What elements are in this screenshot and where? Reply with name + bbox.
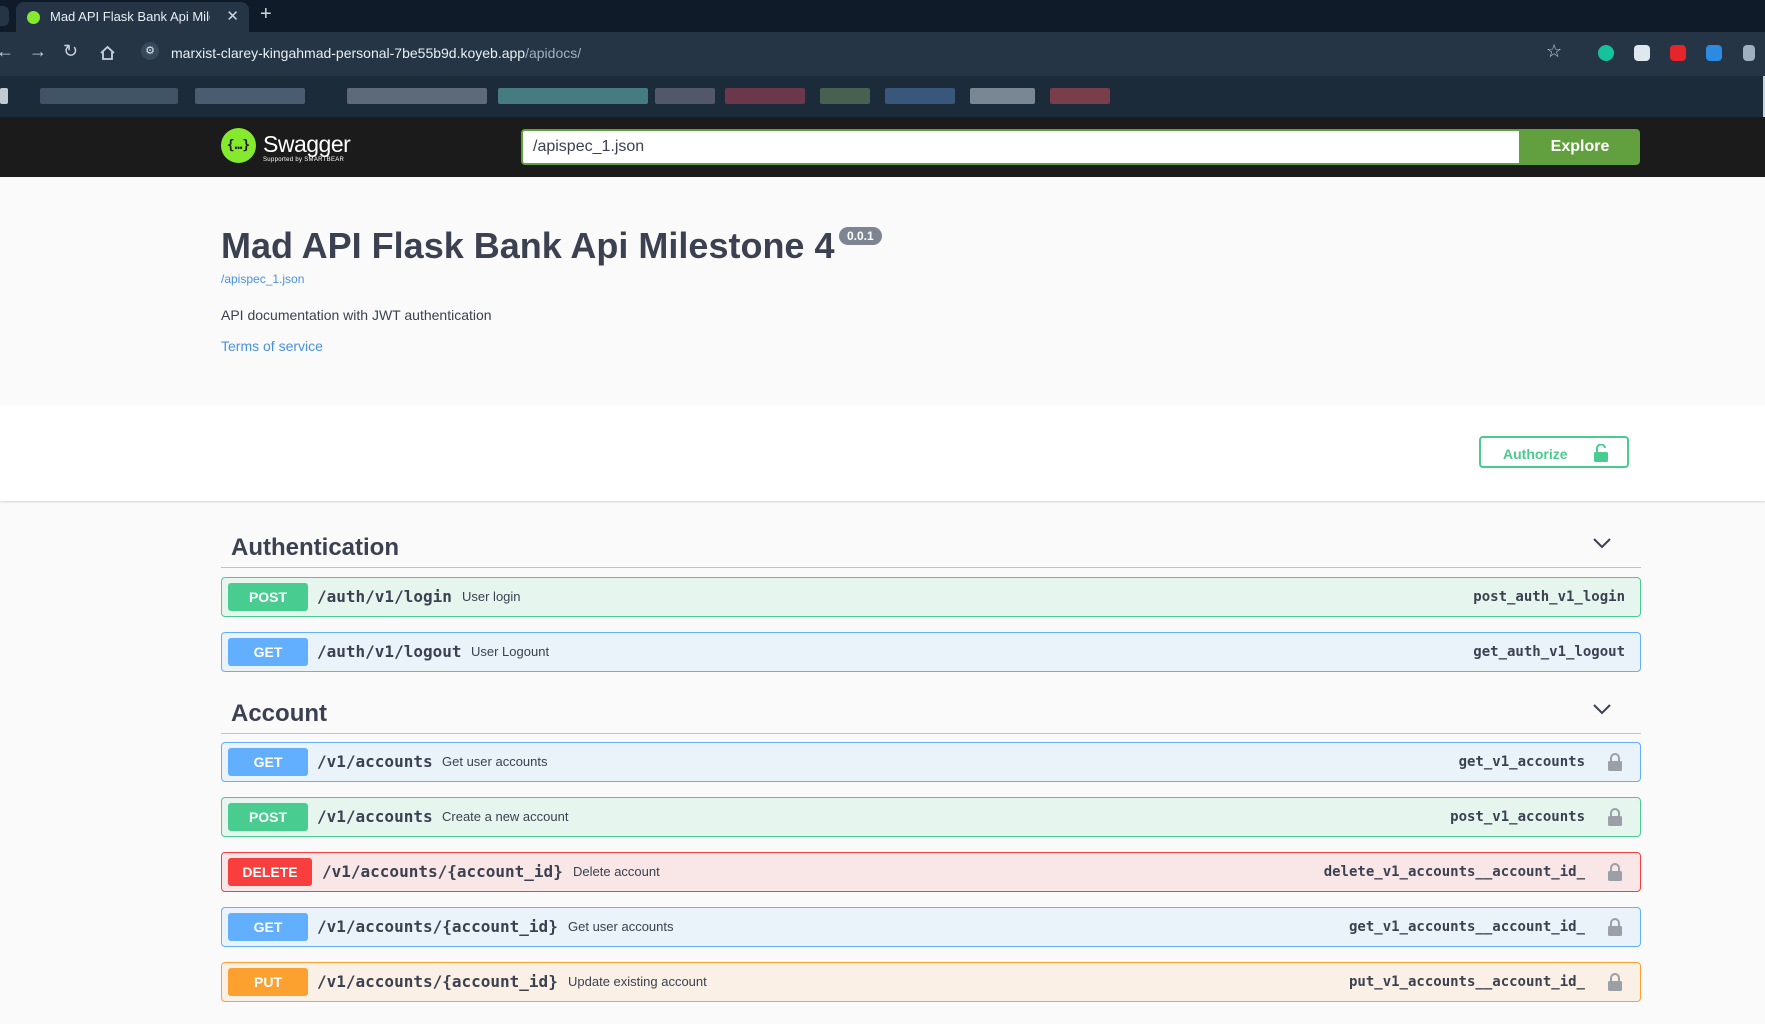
operation-put-account[interactable]: PUT /v1/accounts/{account_id} Update exi… [221, 962, 1641, 1002]
operation-summary: User login [462, 589, 521, 604]
tag-section-account[interactable]: Account [221, 687, 1641, 734]
bookmark-star-icon[interactable]: ☆ [1546, 41, 1562, 62]
operation-id: delete_v1_accounts__account_id_ [1323, 864, 1585, 880]
spec-url-form [521, 129, 1521, 165]
method-badge: GET [228, 638, 308, 666]
bookmark-item[interactable] [820, 88, 870, 104]
url-path: /apidocs/ [525, 45, 582, 61]
method-badge: DELETE [228, 858, 312, 886]
api-title: Mad API Flask Bank Api Milestone 4 [221, 225, 835, 266]
swagger-logo-text: Swagger [263, 131, 351, 157]
operation-id: get_v1_accounts__account_id_ [1348, 919, 1585, 935]
terms-of-service-link[interactable]: Terms of service [221, 338, 323, 354]
browser-tab-strip: Mad API Flask Bank Api Milestone 4 ✕ + [0, 0, 1765, 32]
browser-tab-active[interactable]: Mad API Flask Bank Api Milestone 4 ✕ [16, 2, 249, 32]
address-bar[interactable]: marxist-clarey-kingahmad-personal-7be55b… [171, 45, 581, 61]
operation-path: /v1/accounts/{account_id} [322, 862, 563, 881]
close-tab-icon[interactable]: ✕ [226, 7, 239, 25]
authorize-label: Authorize [1503, 446, 1568, 462]
operation-path: /v1/accounts [317, 807, 433, 826]
operation-post-auth-login[interactable]: POST /auth/v1/login User login post_auth… [221, 577, 1641, 617]
bookmark-item[interactable] [725, 88, 805, 104]
operation-path: /v1/accounts/{account_id} [317, 972, 558, 991]
bookmark-item[interactable] [40, 88, 178, 104]
lock-icon[interactable] [1608, 863, 1622, 881]
swagger-topbar: {…} Swagger Supported by SMARTBEAR Explo… [0, 117, 1765, 177]
reader-extension-icon[interactable] [1706, 45, 1722, 61]
video-extension-icon[interactable] [1670, 45, 1686, 61]
bookmark-item[interactable] [195, 88, 305, 104]
browser-toolbar: ← → ↻ ⚙ marxist-clarey-kingahmad-persona… [0, 32, 1765, 76]
home-icon[interactable] [99, 45, 116, 61]
operation-id: get_v1_accounts [1458, 754, 1585, 770]
operation-get-account[interactable]: GET /v1/accounts/{account_id} Get user a… [221, 907, 1641, 947]
bookmark-item[interactable] [0, 88, 8, 104]
site-info-icon[interactable]: ⚙ [141, 42, 159, 60]
unlocked-lock-icon [1594, 444, 1608, 462]
operation-path: /v1/accounts [317, 752, 433, 771]
version-badge: 0.0.1 [839, 227, 882, 245]
lock-icon[interactable] [1608, 753, 1622, 771]
operation-get-auth-logout[interactable]: GET /auth/v1/logout User Logount get_aut… [221, 632, 1641, 672]
operation-delete-account[interactable]: DELETE /v1/accounts/{account_id} Delete … [221, 852, 1641, 892]
tag-title: Account [231, 700, 327, 727]
extensions-menu-icon[interactable] [1743, 45, 1755, 61]
back-icon[interactable]: ← [0, 41, 14, 62]
tag-title: Authentication [231, 534, 399, 561]
operation-summary: Get user accounts [568, 919, 674, 934]
method-badge: PUT [228, 968, 308, 996]
previous-tab[interactable] [0, 6, 9, 26]
swagger-logo-subtext: Supported by SMARTBEAR [263, 157, 345, 163]
api-description: API documentation with JWT authenticatio… [221, 307, 492, 323]
tab-title: Mad API Flask Bank Api Milestone 4 [50, 9, 210, 24]
operation-summary: User Logount [471, 644, 550, 659]
spec-link[interactable]: /apispec_1.json [221, 272, 304, 286]
bookmarks-bar [0, 76, 1765, 118]
operation-id: post_v1_accounts [1450, 809, 1585, 825]
operation-id: put_v1_accounts__account_id_ [1348, 974, 1585, 990]
explore-button[interactable]: Explore [1520, 129, 1640, 165]
operation-summary: Update existing account [568, 974, 707, 989]
chevron-down-icon[interactable] [1593, 703, 1611, 715]
bookmark-item[interactable] [655, 88, 715, 104]
chevron-down-icon[interactable] [1593, 537, 1611, 549]
operation-post-accounts[interactable]: POST /v1/accounts Create a new account p… [221, 797, 1641, 837]
bookmark-item[interactable] [1050, 88, 1110, 104]
lock-icon[interactable] [1608, 808, 1622, 826]
operation-id: get_auth_v1_logout [1473, 644, 1625, 660]
operation-id: post_auth_v1_login [1473, 589, 1625, 605]
tag-section-authentication[interactable]: Authentication [221, 521, 1641, 568]
swagger-logo[interactable]: {…} Swagger Supported by SMARTBEAR [221, 128, 391, 168]
reload-icon[interactable]: ↻ [63, 41, 78, 62]
method-badge: GET [228, 748, 308, 776]
new-tab-icon[interactable]: + [260, 3, 272, 26]
operation-summary: Create a new account [442, 809, 569, 824]
authorize-button[interactable]: Authorize [1479, 436, 1629, 468]
api-info-section: Mad API Flask Bank Api Milestone 4 0.0.1… [0, 177, 1765, 405]
bookmark-item[interactable] [347, 88, 487, 104]
grammarly-extension-icon[interactable] [1598, 45, 1614, 61]
operation-path: /auth/v1/login [317, 587, 452, 606]
operation-summary: Delete account [573, 864, 660, 879]
bookmark-item[interactable] [885, 88, 955, 104]
extension-icon[interactable] [1634, 45, 1650, 61]
operation-path: /v1/accounts/{account_id} [317, 917, 558, 936]
lock-icon[interactable] [1608, 973, 1622, 991]
method-badge: POST [228, 583, 308, 611]
forward-icon[interactable]: → [29, 41, 47, 62]
swagger-favicon-icon [27, 11, 40, 24]
bookmark-item[interactable] [970, 88, 1035, 104]
lock-icon[interactable] [1608, 918, 1622, 936]
url-host: marxist-clarey-kingahmad-personal-7be55b… [171, 45, 526, 61]
bookmark-item[interactable] [498, 88, 648, 104]
operation-get-accounts[interactable]: GET /v1/accounts Get user accounts get_v… [221, 742, 1641, 782]
method-badge: GET [228, 913, 308, 941]
scheme-container: Authorize [0, 405, 1765, 501]
spec-url-input[interactable] [521, 129, 1521, 165]
method-badge: POST [228, 803, 308, 831]
operation-path: /auth/v1/logout [317, 642, 462, 661]
swagger-logo-icon: {…} [221, 128, 256, 163]
operation-summary: Get user accounts [442, 754, 548, 769]
